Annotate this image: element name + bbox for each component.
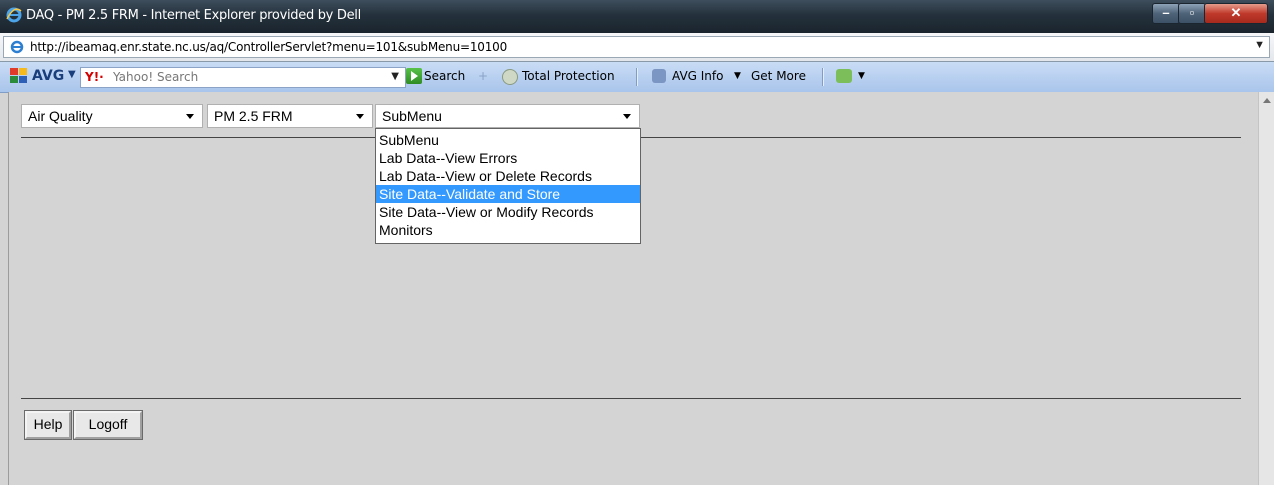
minimize-icon: – [1162, 5, 1170, 20]
chevron-down-icon[interactable]: ▼ [1254, 39, 1265, 51]
dropdown-option[interactable]: Site Data--View or Modify Records [376, 203, 640, 221]
toolbar-divider [636, 68, 638, 86]
maximize-button[interactable]: ▫ [1178, 3, 1206, 24]
submenu-select[interactable]: SubMenu [375, 104, 640, 128]
dropdown-option[interactable]: SubMenu [376, 131, 640, 149]
help-button[interactable]: Help [25, 411, 71, 439]
shield-icon [502, 69, 518, 85]
scroll-up-icon[interactable] [1263, 98, 1271, 103]
divider-plus-icon: + [478, 69, 489, 83]
chevron-down-icon[interactable]: ▼ [858, 71, 865, 81]
avg-logo-icon [10, 68, 28, 84]
chevron-down-icon[interactable]: ▼ [391, 71, 399, 82]
search-button[interactable]: Search [424, 69, 465, 83]
avg-brand-label[interactable]: AVG [32, 68, 64, 84]
submenu-select-value: SubMenu [382, 108, 442, 124]
dropdown-option-highlighted[interactable]: Site Data--Validate and Store [376, 185, 640, 203]
search-arrow-icon[interactable] [406, 68, 422, 84]
chevron-down-icon[interactable]: ▼ [68, 69, 76, 80]
toolbar-divider [822, 68, 824, 86]
vertical-scrollbar[interactable] [1258, 92, 1274, 485]
dropdown-option[interactable]: Monitors [376, 221, 640, 239]
submenu-dropdown-list: SubMenu Lab Data--View Errors Lab Data--… [375, 128, 641, 244]
address-bar: http://ibeamaq.enr.state.nc.us/aq/Contro… [0, 33, 1274, 62]
page-icon [10, 40, 24, 54]
avg-info-button[interactable]: AVG Info [672, 69, 723, 83]
window-title-bar: DAQ - PM 2.5 FRM - Internet Explorer pro… [0, 0, 1274, 33]
dropdown-option[interactable]: Lab Data--View Errors [376, 149, 640, 167]
close-button[interactable]: ✕ [1204, 3, 1268, 24]
total-protection-button[interactable]: Total Protection [522, 69, 615, 83]
avg-toolbar: AVG ▼ Y!· Yahoo! Search ▼ Search + Total… [0, 62, 1274, 93]
yahoo-search-input[interactable]: Y!· Yahoo! Search ▼ [80, 67, 406, 88]
program-select[interactable]: PM 2.5 FRM [207, 104, 373, 128]
url-field[interactable]: http://ibeamaq.enr.state.nc.us/aq/Contro… [3, 36, 1270, 58]
search-placeholder: Yahoo! Search [113, 70, 199, 84]
maximize-icon: ▫ [1189, 5, 1195, 20]
info-icon [652, 69, 666, 83]
dropdown-option[interactable]: Lab Data--View or Delete Records [376, 167, 640, 185]
window-title: DAQ - PM 2.5 FRM - Internet Explorer pro… [26, 8, 361, 23]
internet-explorer-icon [6, 7, 22, 23]
yahoo-icon[interactable]: Y!· [85, 70, 104, 84]
menu-select[interactable]: Air Quality [21, 104, 203, 128]
url-text: http://ibeamaq.enr.state.nc.us/aq/Contro… [30, 40, 508, 54]
chevron-down-icon[interactable]: ▼ [734, 71, 741, 81]
program-select-value: PM 2.5 FRM [214, 108, 293, 124]
chevron-down-icon [356, 114, 364, 119]
chevron-down-icon [186, 114, 194, 119]
chevron-down-icon [623, 114, 631, 119]
get-more-button[interactable]: Get More [751, 69, 806, 83]
divider-bottom [21, 398, 1241, 399]
minimize-button[interactable]: – [1152, 3, 1180, 24]
toolbar-extension-icon[interactable] [836, 69, 852, 83]
menu-select-value: Air Quality [28, 108, 93, 124]
close-icon: ✕ [1230, 5, 1242, 20]
logoff-button[interactable]: Logoff [74, 411, 142, 439]
